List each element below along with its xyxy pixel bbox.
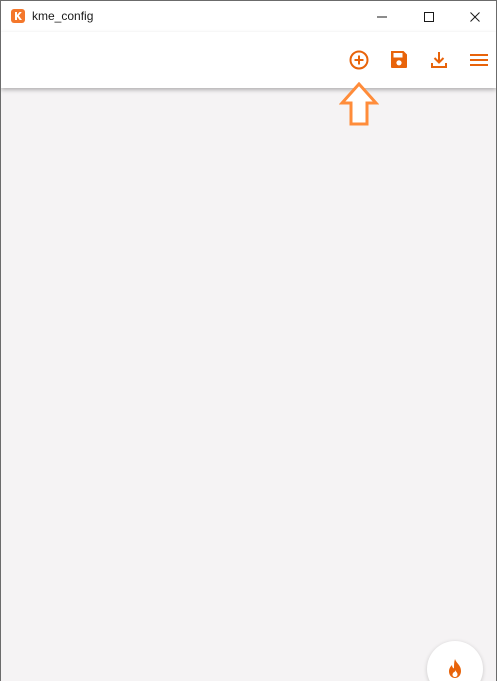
- maximize-icon: [424, 12, 434, 22]
- app-window: kme_config: [0, 0, 497, 681]
- annotation-up-arrow: [338, 81, 380, 126]
- download-icon: [431, 52, 447, 68]
- minimize-button[interactable]: [359, 1, 405, 32]
- close-icon: [470, 12, 480, 22]
- app-bar: [1, 32, 496, 88]
- up-arrow-outline-icon: [338, 81, 380, 126]
- window-title: kme_config: [32, 9, 94, 23]
- add-circle-icon: [349, 50, 369, 70]
- add-button[interactable]: [345, 46, 373, 74]
- close-button[interactable]: [452, 1, 496, 32]
- download-button[interactable]: [425, 46, 453, 74]
- maximize-button[interactable]: [406, 1, 452, 32]
- minimize-icon: [377, 16, 387, 18]
- menu-button[interactable]: [465, 46, 493, 74]
- save-button[interactable]: [385, 46, 413, 74]
- kme-logo-icon: [11, 9, 25, 23]
- title-bar[interactable]: kme_config: [1, 1, 496, 32]
- main-content: [1, 88, 496, 681]
- floppy-disk-icon: [391, 51, 407, 68]
- hamburger-menu-icon: [470, 54, 488, 66]
- flame-icon: [449, 659, 461, 678]
